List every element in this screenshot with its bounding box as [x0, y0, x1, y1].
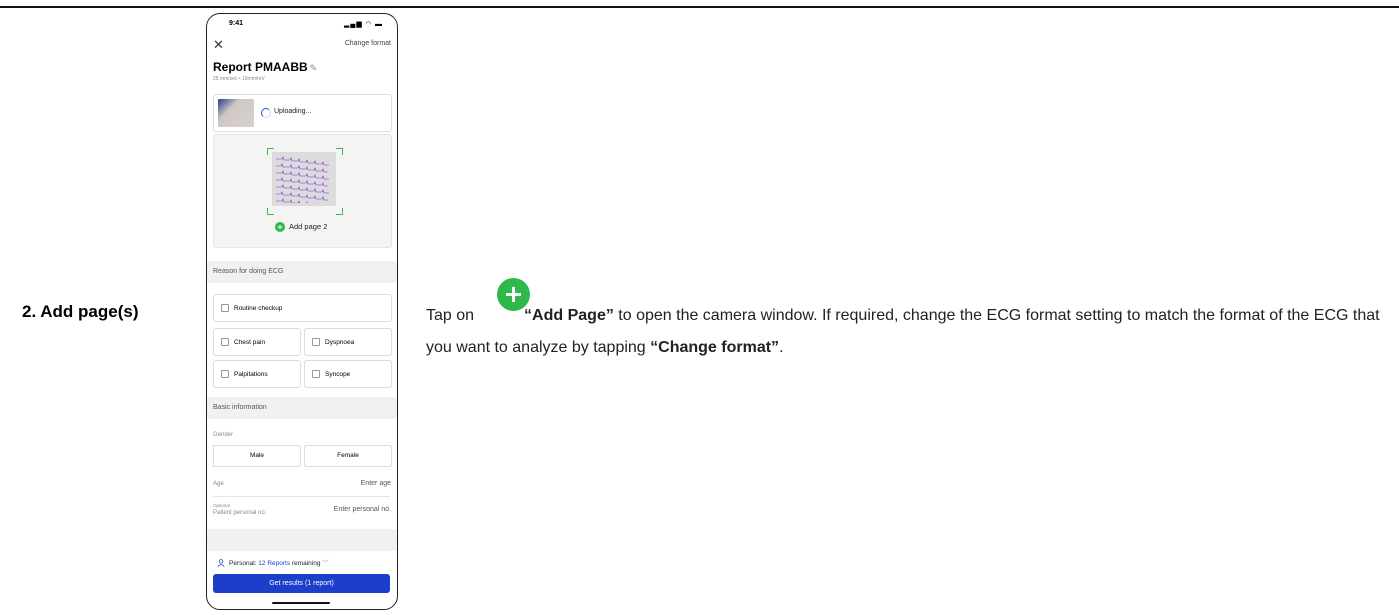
report-format-subtitle: 25 mm/sec • 10mm/mV [213, 76, 265, 82]
gender-female-button[interactable]: Female [304, 445, 392, 467]
checkbox-label: Chest pain [234, 339, 266, 346]
get-results-button[interactable]: Get results (1 report) [213, 574, 390, 593]
gender-male-button[interactable]: Male [213, 445, 301, 467]
field-divider [213, 496, 390, 497]
basic-info-heading: Basic information [213, 404, 267, 411]
checkbox-chest-pain[interactable]: Chest pain [213, 328, 301, 356]
scan-area: + Add page 2 [213, 134, 392, 248]
checkbox-icon [221, 338, 229, 346]
checkbox-palpitations[interactable]: Palpitations [213, 360, 301, 388]
spacer-band [207, 529, 397, 551]
chevron-down-icon: ﹀ [322, 560, 329, 567]
upload-card: Uploading... [213, 94, 392, 132]
checkbox-label: Syncope [325, 371, 351, 378]
loading-spinner-icon [261, 108, 271, 118]
instruction-add-page: “Add Page” [524, 307, 614, 324]
change-format-button[interactable]: Change format [345, 40, 391, 47]
instruction-text: Tap on “Add Page” to open the camera wind… [426, 300, 1386, 364]
personal-no-input[interactable]: Enter personal no. [334, 506, 391, 513]
age-label: Age [213, 481, 224, 487]
checkbox-syncope[interactable]: Syncope [304, 360, 392, 388]
plan-suffix: remaining [291, 560, 321, 567]
ecg-page-preview [272, 152, 336, 206]
home-indicator [272, 602, 330, 604]
report-title: Report PMAABB ✎ [213, 60, 317, 74]
phone-mockup: 9:41 ▂▄▆ ◠ ▬ ✕ Change format Report PMAA… [206, 13, 398, 610]
age-input[interactable]: Enter age [361, 480, 391, 487]
status-bar: 9:41 ▂▄▆ ◠ ▬ [221, 19, 387, 31]
uploading-status: Uploading... [274, 108, 312, 115]
checkbox-label: Dyspnoea [325, 339, 355, 346]
ecg-traces-icon [276, 156, 329, 203]
checkbox-icon [221, 304, 229, 312]
pencil-icon[interactable]: ✎ [310, 63, 318, 73]
frame-corner-icon [336, 148, 343, 155]
checkbox-label: Palpitations [234, 371, 268, 378]
personal-no-label: Patient personal no. [213, 510, 267, 516]
plan-reports: 12 Reports [258, 560, 291, 567]
user-icon [217, 559, 225, 568]
instruction-pre: Tap on [426, 307, 475, 324]
gender-label: Gender [213, 432, 234, 438]
checkbox-icon [312, 338, 320, 346]
report-title-text: Report PMAABB [213, 60, 308, 74]
add-page-button[interactable]: + Add page 2 [275, 222, 328, 233]
top-divider [0, 6, 1399, 8]
instruction-end: . [779, 339, 784, 356]
plus-icon: + [275, 222, 285, 233]
frame-corner-icon [267, 208, 274, 215]
status-time: 9:41 [229, 20, 244, 27]
add-page-label: Add page 2 [289, 222, 328, 231]
checkbox-icon [221, 370, 229, 378]
plan-prefix: Personal: [229, 560, 257, 567]
reason-section-header: Reason for doing ECG [207, 261, 397, 283]
reason-heading: Reason for doing ECG [213, 268, 284, 275]
checkbox-dyspnoea[interactable]: Dyspnoea [304, 328, 392, 356]
step-label: 2. Add page(s) [22, 302, 139, 321]
basic-info-section-header: Basic information [207, 397, 397, 419]
checkbox-routine-checkup[interactable]: Routine checkup [213, 294, 392, 322]
plan-selector[interactable]: Personal: 12 Reports remaining ﹀ [217, 557, 329, 568]
close-icon[interactable]: ✕ [213, 37, 224, 53]
ecg-thumbnail [218, 99, 254, 127]
frame-corner-icon [336, 208, 343, 215]
checkbox-icon [312, 370, 320, 378]
optional-label: Optional [213, 503, 230, 508]
instruction-change-format: “Change format” [650, 339, 780, 356]
status-icons: ▂▄▆ ◠ ▬ [344, 21, 383, 28]
checkbox-label: Routine checkup [234, 305, 283, 312]
